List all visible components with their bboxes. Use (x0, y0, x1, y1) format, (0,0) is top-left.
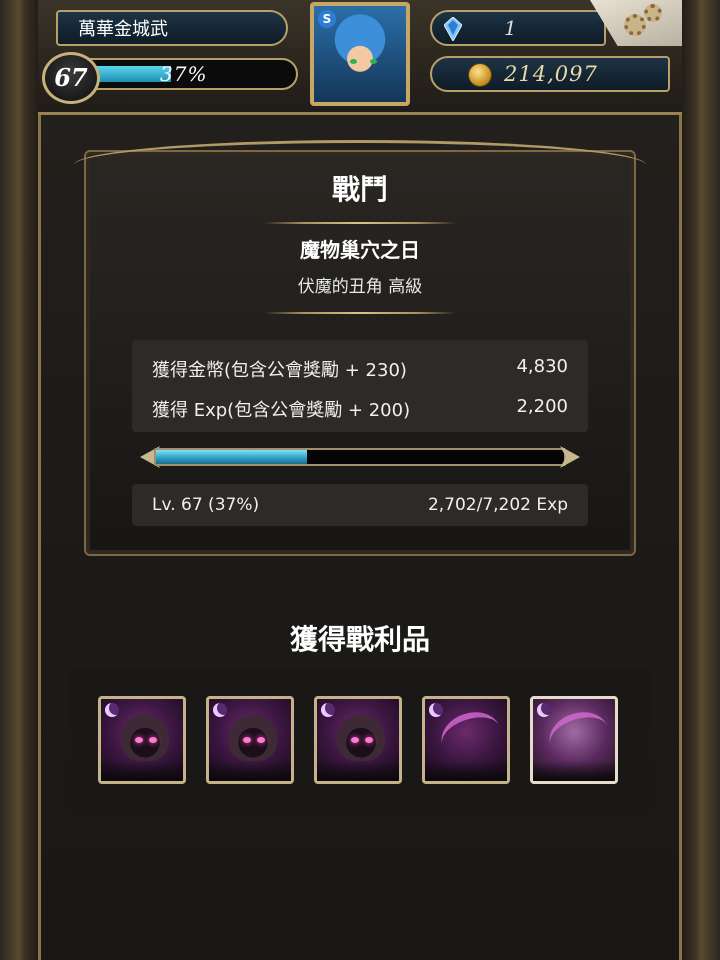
avatar-eye (370, 59, 377, 64)
hooded-monster-icon (229, 715, 277, 761)
reward-value: 4,830 (516, 356, 568, 377)
gem-icon (444, 17, 462, 41)
loot-item-2[interactable] (206, 696, 294, 784)
loot-item-3[interactable] (314, 696, 402, 784)
avatar[interactable]: S (310, 2, 410, 106)
stage-subtitle: 伏魔的丑角 高級 (297, 277, 423, 297)
loot-item-5[interactable] (530, 696, 618, 784)
monster-eye (149, 737, 157, 743)
reward-row-gold: 獲得金幣(包含公會獎勵 + 230) 4,830 (152, 356, 568, 382)
gold-count: 214,097 (504, 62, 598, 86)
moon-icon (321, 703, 335, 717)
monster-eye (257, 737, 265, 743)
level-progress-bar (140, 444, 580, 470)
reward-summary: 獲得金幣(包含公會獎勵 + 230) 4,830 獲得 Exp(包含公會獎勵 +… (132, 340, 588, 432)
player-name[interactable]: 萬華金城武 (56, 10, 288, 46)
gear-icon (644, 4, 662, 22)
moon-icon (105, 703, 119, 717)
gem-counter[interactable]: 1 (430, 10, 606, 46)
exp-text: 2,702/7,202 Exp (427, 495, 568, 515)
item-base (425, 761, 507, 781)
jester-monster-icon (435, 704, 507, 768)
divider (264, 312, 456, 314)
reward-label: 獲得金幣(包含公會獎勵 + 230) (152, 360, 407, 381)
avatar-eye (350, 59, 357, 64)
moon-icon (429, 703, 443, 717)
reward-label: 獲得 Exp(包含公會獎勵 + 200) (152, 400, 411, 421)
loot-item-1[interactable] (98, 696, 186, 784)
level-info: Lv. 67 (37%) 2,702/7,202 Exp (132, 484, 588, 526)
reward-row-exp: 獲得 Exp(包含公會獎勵 + 200) 2,200 (152, 396, 568, 422)
hooded-monster-icon (337, 715, 385, 761)
jester-monster-icon (543, 704, 615, 768)
exp-percent: 37% (160, 62, 208, 86)
moon-icon (537, 703, 551, 717)
level-badge: 67 (42, 52, 100, 104)
stage-name: 魔物巢穴之日 (300, 238, 420, 262)
divider (264, 222, 456, 224)
progress-track (154, 448, 566, 466)
battle-title: 戰鬥 (331, 173, 388, 206)
right-frame (678, 0, 720, 960)
loot-title: 獲得戰利品 (289, 623, 430, 656)
element-badge-icon: S (318, 10, 336, 28)
coin-icon (468, 63, 492, 87)
moon-icon (213, 703, 227, 717)
monster-eye (243, 737, 251, 743)
monster-eye (351, 737, 359, 743)
item-base (533, 761, 615, 781)
item-base (317, 761, 399, 781)
hooded-monster-icon (121, 715, 169, 761)
item-base (101, 761, 183, 781)
exp-bar: 37% (86, 58, 298, 90)
reward-value: 2,200 (516, 396, 568, 417)
gem-count: 1 (504, 16, 517, 40)
left-frame (0, 0, 42, 960)
gear-icon (624, 14, 646, 36)
gold-counter[interactable]: 214,097 (430, 56, 670, 92)
progress-fill (156, 450, 307, 464)
monster-eye (135, 737, 143, 743)
monster-eye (365, 737, 373, 743)
level-text: Lv. 67 (37%) (152, 495, 260, 515)
loot-item-4[interactable] (422, 696, 510, 784)
item-base (209, 761, 291, 781)
